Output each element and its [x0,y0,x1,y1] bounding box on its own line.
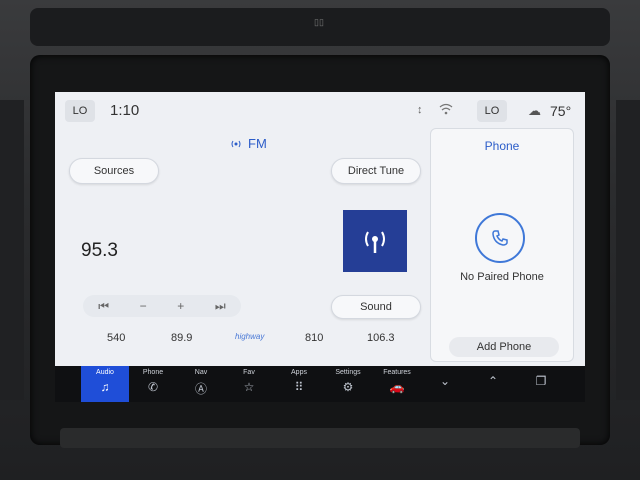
nav-audio[interactable]: Audio ♫ [81,366,129,402]
chevron-up-icon: ⌃ [487,374,499,388]
nav-label: Phone [142,369,164,376]
seek-forward-button[interactable]: ⏭ [215,299,226,314]
right-zone-label: LO [484,105,500,117]
tuning-controls: ⏮ − + ⏭ [83,295,241,317]
infotainment-screen: LO 1:10 ↕ LO ☁ 75° FM Sources Direct Tun… [55,92,585,402]
car-icon: 🚗 [389,380,405,394]
multitask-button[interactable]: ❐ [517,366,565,402]
dash-trim [60,428,580,448]
phone-panel: Phone No Paired Phone Add Phone [430,128,574,362]
sound-label: Sound [360,301,392,313]
navigation-icon: Ⓐ [194,382,207,396]
add-phone-label: Add Phone [476,341,532,353]
nav-label: Settings [335,369,361,376]
outside-temperature: 75° [550,103,572,119]
dash-logo-icon: ▯▯ [314,17,324,27]
window-stack-icon: ❐ [535,374,547,388]
sources-button[interactable]: Sources [69,158,159,184]
nav-features[interactable]: Features 🚗 [373,366,421,402]
direct-tune-label: Direct Tune [347,165,405,177]
settings-icon: ⚙ [342,380,354,394]
audio-source-header: FM [230,136,267,151]
nav-phone[interactable]: Phone ✆ [129,366,177,402]
nav-apps[interactable]: Apps ⠿ [275,366,323,402]
weather-icon: ☁ [528,103,541,118]
preset-2[interactable]: 89.9 [171,332,192,344]
right-climate-zone[interactable]: LO [477,100,507,122]
direct-tune-button[interactable]: Direct Tune [331,158,421,184]
sources-label: Sources [93,165,135,177]
nav-favorites[interactable]: Fav ☆ [225,366,273,402]
chevron-down-button[interactable]: ⌄ [421,366,469,402]
bottom-nav-bar: Audio ♫ Phone ✆ Nav Ⓐ Fav ☆ Apps ⠿ Setti… [55,366,585,402]
nav-label: Fav [243,369,255,376]
add-phone-button[interactable]: Add Phone [449,337,559,357]
apps-grid-icon: ⠿ [294,380,304,394]
clock: 1:10 [110,102,140,119]
tune-up-button[interactable]: + [177,299,184,313]
phone-icon: ✆ [147,380,159,394]
broadcast-icon [365,231,385,253]
left-zone-label: LO [72,105,88,117]
seek-back-button[interactable]: ⏮ [98,299,109,314]
sound-button[interactable]: Sound [331,295,421,319]
nav-label: Nav [194,369,208,376]
preset-3-logo[interactable]: highway [235,332,264,341]
star-icon: ☆ [243,380,255,394]
station-artwork [343,210,407,272]
music-note-icon: ♫ [100,380,110,394]
left-vent [0,100,24,400]
phone-status: No Paired Phone [460,271,544,283]
right-vent [616,100,640,400]
wifi-icon [439,103,453,118]
phone-title: Phone [484,139,520,153]
chevron-down-icon: ⌄ [439,374,451,388]
radio-signal-icon [231,140,241,147]
preset-4[interactable]: 810 [305,332,323,344]
nav-label: Audio [96,369,114,376]
chevron-up-button[interactable]: ⌃ [469,366,517,402]
nav-label: Apps [291,369,307,376]
preset-1[interactable]: 540 [107,332,125,344]
left-climate-zone[interactable]: LO [65,100,95,122]
nav-settings[interactable]: Settings ⚙ [324,366,372,402]
nav-label: Features [383,369,411,376]
phone-call-icon[interactable] [475,213,525,263]
station-frequency: 95.3 [81,240,118,261]
status-bar: LO 1:10 ↕ LO ☁ 75° [55,92,585,128]
nav-navigation[interactable]: Nav Ⓐ [177,366,225,402]
data-transfer-icon: ↕ [417,104,423,116]
tune-down-button[interactable]: − [140,299,147,313]
band-label: FM [248,136,267,151]
preset-5[interactable]: 106.3 [367,332,395,344]
